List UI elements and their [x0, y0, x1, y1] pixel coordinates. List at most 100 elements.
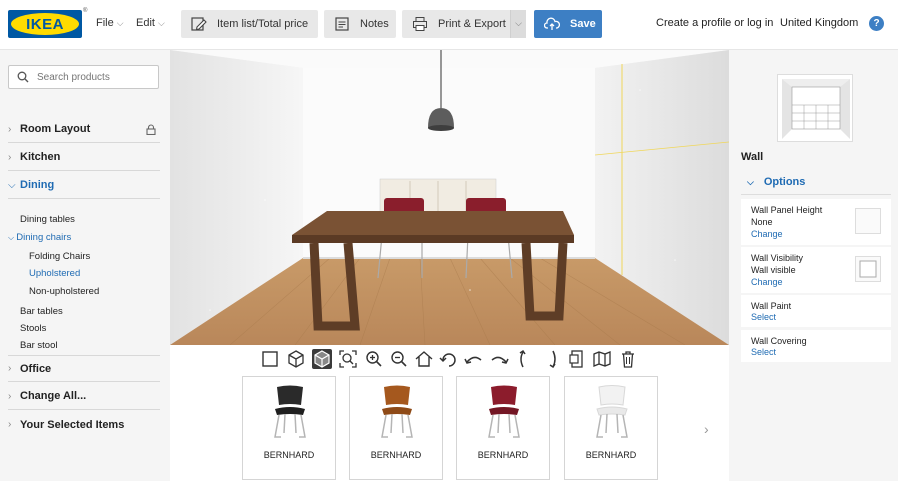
notes-label: Notes — [360, 18, 389, 30]
sub-bar-tables[interactable]: Bar tables — [20, 306, 63, 317]
save-button[interactable]: Save — [534, 10, 602, 38]
wall-preview — [777, 74, 853, 142]
chevron-right-icon: › — [8, 123, 12, 135]
category-room-layout[interactable]: › Room Layout — [8, 116, 160, 143]
sub-dining-chairs[interactable]: ⌵ Dining chairs — [8, 232, 71, 243]
option-value: Wall visible — [751, 265, 796, 275]
category-change-all[interactable]: › Change All... — [8, 383, 160, 410]
option-label: Wall Paint — [751, 301, 792, 311]
option-label: Wall Visibility — [751, 253, 804, 263]
sub-non-upholstered[interactable]: Non-upholstered — [29, 286, 99, 297]
option-label: Wall Panel Height — [751, 205, 823, 215]
product-card[interactable]: BERNHARD — [456, 376, 550, 480]
options-header[interactable]: ⌵ Options — [741, 170, 891, 195]
chevron-right-icon: › — [8, 390, 12, 402]
change-link[interactable]: Change — [751, 229, 783, 239]
sub-upholstered[interactable]: Upholstered — [29, 268, 80, 279]
3d-view-icon[interactable] — [286, 349, 306, 369]
category-label: Change All... — [20, 390, 87, 402]
edit-menu[interactable]: Edit ⌵ — [136, 17, 165, 29]
option-wall-covering: Wall Covering Select — [741, 330, 891, 362]
notes-icon — [335, 17, 349, 31]
zoom-out-icon[interactable] — [389, 349, 409, 369]
lock-icon — [146, 124, 156, 135]
chevron-down-icon: ⌵ — [157, 18, 165, 28]
category-label: Your Selected Items — [20, 418, 125, 431]
2d-view-icon[interactable] — [260, 349, 280, 369]
panel-height-swatch[interactable] — [855, 208, 881, 234]
option-label: Wall Covering — [751, 336, 807, 346]
save-label: Save — [570, 18, 596, 30]
item-list-button[interactable]: Item list/Total price — [181, 10, 318, 38]
top-bar: IKEA ® File ⌵ Edit ⌵ Item list/Total price… — [0, 0, 898, 50]
room-render — [170, 50, 729, 345]
category-label: Kitchen — [20, 151, 61, 163]
change-link[interactable]: Change — [751, 277, 783, 287]
sub-stools[interactable]: Stools — [20, 323, 46, 334]
cloud-upload-icon — [544, 17, 560, 30]
sub-folding-chairs[interactable]: Folding Chairs — [29, 251, 90, 262]
print-export-label: Print & Export — [438, 18, 506, 30]
properties-panel: Wall ⌵ Options Wall Panel Height None Ch… — [729, 50, 898, 481]
chair-image — [274, 385, 306, 438]
camera-icon[interactable] — [567, 349, 587, 369]
category-office[interactable]: › Office — [8, 355, 160, 382]
home-icon[interactable] — [414, 349, 434, 369]
option-wall-paint: Wall Paint Select — [741, 295, 891, 327]
chevron-down-icon: ⌵ — [116, 18, 124, 28]
product-card[interactable]: BERNHARD — [564, 376, 658, 480]
profile-login-link[interactable]: Create a profile or log in — [656, 17, 773, 29]
search-input[interactable] — [37, 71, 147, 83]
category-label: Dining — [20, 179, 55, 191]
help-icon[interactable]: ? — [869, 16, 884, 31]
product-carousel: BERNHARD BERNHARD BERNHARD BERNHARD › — [170, 373, 729, 481]
orbit-icon[interactable] — [541, 349, 561, 369]
wall-visible-swatch[interactable] — [855, 256, 881, 282]
chair-image — [381, 385, 413, 438]
chair-image — [488, 385, 520, 438]
map-icon[interactable] — [592, 349, 612, 369]
search-box[interactable] — [8, 65, 159, 89]
product-name: BERNHARD — [477, 450, 529, 460]
chevron-down-icon[interactable]: ⌵ — [510, 10, 526, 38]
product-name: BERNHARD — [263, 450, 315, 460]
country-selector[interactable]: United Kingdom — [780, 17, 858, 29]
sub-dining-tables[interactable]: Dining tables — [20, 214, 75, 225]
sub-bar-stool[interactable]: Bar stool — [20, 340, 58, 351]
panel-title: Wall — [741, 151, 764, 163]
file-menu[interactable]: File ⌵ — [96, 17, 124, 29]
chevron-right-icon: › — [8, 419, 12, 430]
print-export-button[interactable]: Print & Export ⌵ — [402, 10, 526, 38]
option-wall-panel-height: Wall Panel Height None Change — [741, 199, 891, 245]
category-kitchen[interactable]: › Kitchen — [8, 144, 160, 171]
category-label: Room Layout — [20, 123, 91, 135]
view-toolbar — [170, 345, 729, 373]
chevron-down-icon: ⌵ — [747, 176, 754, 187]
select-link[interactable]: Select — [751, 347, 776, 357]
zoom-fit-icon[interactable] — [338, 349, 358, 369]
options-label: Options — [763, 176, 806, 188]
next-arrow-icon[interactable]: › — [704, 421, 709, 437]
rotate-left-icon[interactable] — [439, 349, 459, 369]
3d-room-viewport[interactable] — [170, 50, 729, 345]
product-card[interactable]: BERNHARD — [349, 376, 443, 480]
option-value: None — [751, 217, 773, 227]
logo-text: IKEA — [26, 15, 64, 33]
tilt-down-icon[interactable] — [489, 349, 509, 369]
tilt-up-icon[interactable] — [464, 349, 484, 369]
chevron-right-icon: › — [8, 363, 12, 374]
search-icon — [17, 71, 29, 83]
product-card[interactable]: BERNHARD — [242, 376, 336, 480]
wall-visible-icon — [859, 260, 877, 278]
ikea-logo[interactable]: IKEA — [8, 10, 82, 38]
select-link[interactable]: Select — [751, 312, 776, 322]
rotate-right-icon[interactable] — [515, 349, 535, 369]
3d-solid-view-icon[interactable] — [312, 349, 332, 369]
product-sidebar: › Room Layout › Kitchen ⌵ Dining Dining … — [0, 50, 170, 481]
pencil-list-icon — [191, 17, 207, 31]
category-dining[interactable]: ⌵ Dining — [8, 172, 160, 199]
zoom-in-icon[interactable] — [364, 349, 384, 369]
trash-icon[interactable] — [618, 349, 638, 369]
category-selected-items[interactable]: › Your Selected Items — [8, 411, 160, 438]
notes-button[interactable]: Notes — [324, 10, 396, 38]
